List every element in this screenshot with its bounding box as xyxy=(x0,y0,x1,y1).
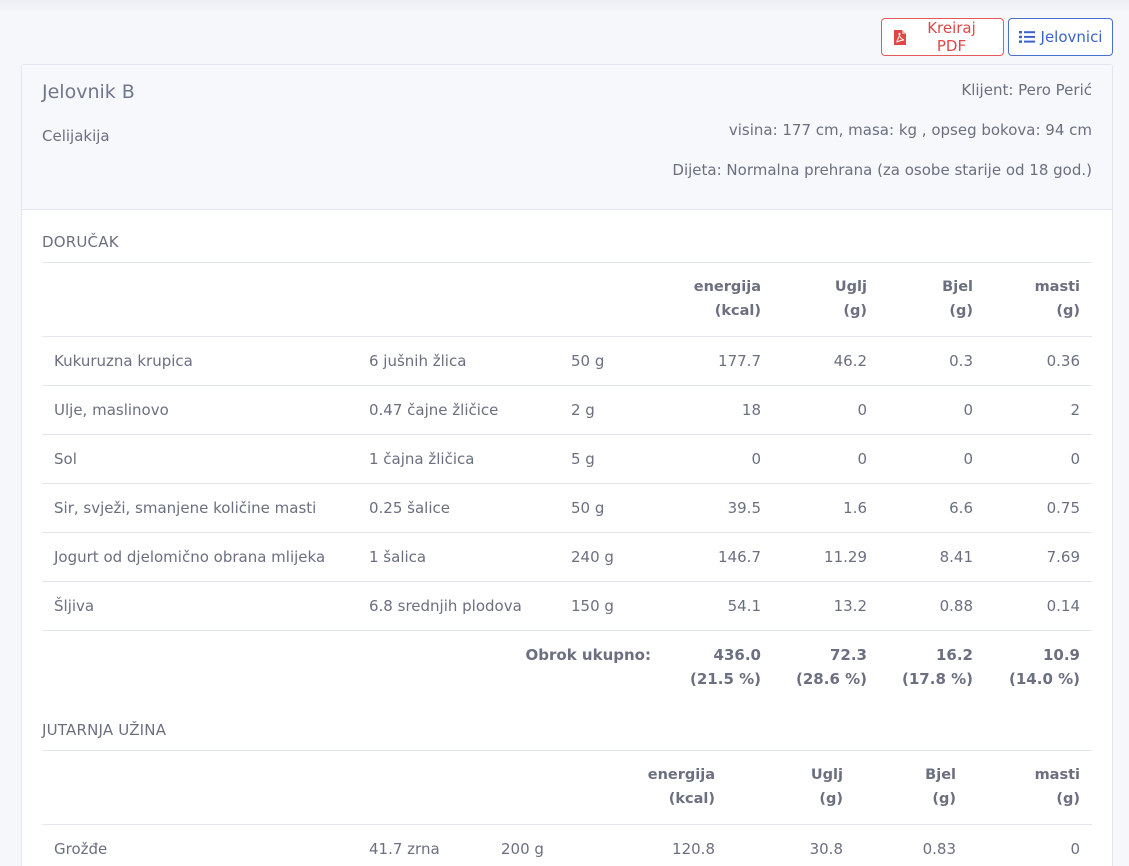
meal-table: energija (kcal) Uglj (g) Bjel (g) masti (g) … xyxy=(42,263,1092,700)
column-header-energy: energija (kcal) xyxy=(589,751,727,825)
food-fat: 0 xyxy=(968,824,1092,866)
food-carbs: 1.6 xyxy=(773,483,879,533)
food-portion: 41.7 zrna xyxy=(357,824,489,866)
meal-title: DORUČAK xyxy=(42,211,1092,263)
menu-title: Jelovnik B xyxy=(42,81,135,103)
client-measures: visina: 177 cm, masa: kg , opseg bokova:… xyxy=(728,121,1092,139)
food-protein: 0.3 xyxy=(879,336,985,386)
table-row: Grožđe 41.7 zrna 200 g 120.8 30.8 0.83 0 xyxy=(42,824,1092,866)
create-pdf-label: Kreiraj PDF xyxy=(927,19,976,55)
header-empty xyxy=(489,751,589,825)
meal-table: energija (kcal) Uglj (g) Bjel (g) masti (g) … xyxy=(42,751,1092,866)
client-name: Klijent: Pero Perić xyxy=(961,81,1092,99)
food-portion: 1 šalica xyxy=(357,532,559,582)
food-weight: 50 g xyxy=(559,483,659,533)
table-header-row: energija (kcal) Uglj (g) Bjel (g) masti (g) xyxy=(42,263,1092,337)
food-name: Grožđe xyxy=(42,824,357,866)
food-portion: 6 jušnih žlica xyxy=(357,336,559,386)
meal-total-row: Obrok ukupno: 436.0 (21.5 %) 72.3 (28.6 %)… xyxy=(42,630,1092,700)
food-energy: 39.5 xyxy=(659,483,773,533)
column-header-fat: masti (g) xyxy=(968,751,1092,825)
file-pdf-icon xyxy=(894,29,906,45)
food-weight: 240 g xyxy=(559,532,659,582)
food-carbs: 13.2 xyxy=(773,581,879,631)
food-protein: 0 xyxy=(879,434,985,484)
column-header-carbs: Uglj (g) xyxy=(727,751,855,825)
food-weight: 2 g xyxy=(559,385,659,435)
table-row: Sol 1 čajna žličica 5 g 0 0 0 0 xyxy=(42,434,1092,484)
food-weight: 150 g xyxy=(559,581,659,631)
header-empty xyxy=(42,263,357,337)
food-energy: 120.8 xyxy=(589,824,727,866)
food-portion: 0.25 šalice xyxy=(357,483,559,533)
food-energy: 177.7 xyxy=(659,336,773,386)
food-carbs: 0 xyxy=(773,434,879,484)
total-carbs: 72.3 (28.6 %) xyxy=(796,645,867,688)
meal-title: JUTARNJA UŽINA xyxy=(42,699,1092,751)
food-portion: 6.8 srednjih plodova xyxy=(357,581,559,631)
food-protein: 8.41 xyxy=(879,532,985,582)
food-carbs: 46.2 xyxy=(773,336,879,386)
food-weight: 200 g xyxy=(489,824,589,866)
table-row: Kukuruzna krupica 6 jušnih žlica 50 g 17… xyxy=(42,336,1092,386)
column-header-protein: Bjel (g) xyxy=(855,751,968,825)
column-header-fat: masti (g) xyxy=(985,263,1092,337)
table-header-row: energija (kcal) Uglj (g) Bjel (g) masti (g) xyxy=(42,751,1092,825)
food-portion: 0.47 čajne žličice xyxy=(357,385,559,435)
food-carbs: 0 xyxy=(773,385,879,435)
food-fat: 0.14 xyxy=(985,581,1092,631)
food-portion: 1 čajna žličica xyxy=(357,434,559,484)
food-energy: 18 xyxy=(659,385,773,435)
food-protein: 0.88 xyxy=(879,581,985,631)
header-empty xyxy=(357,263,559,337)
food-protein: 0.83 xyxy=(855,824,968,866)
menus-label: Jelovnici xyxy=(1040,28,1103,46)
meal-section-morning-snack: JUTARNJA UŽINA energija (kcal) Uglj (g) Bj… xyxy=(42,699,1092,866)
menu-card: Jelovnik B Celijakija Klijent: Pero Peri… xyxy=(21,64,1113,866)
header-empty xyxy=(559,263,659,337)
table-row: Ulje, maslinovo 0.47 čajne žličice 2 g 1… xyxy=(42,385,1092,435)
food-carbs: 11.29 xyxy=(773,532,879,582)
food-energy: 0 xyxy=(659,434,773,484)
food-protein: 6.6 xyxy=(879,483,985,533)
list-icon xyxy=(1018,30,1035,44)
food-name: Ulje, maslinovo xyxy=(42,385,357,435)
food-weight: 5 g xyxy=(559,434,659,484)
menus-button[interactable]: Jelovnici xyxy=(1008,18,1113,56)
menu-subtitle: Celijakija xyxy=(42,127,110,145)
food-name: Kukuruzna krupica xyxy=(42,336,357,386)
column-header-protein: Bjel (g) xyxy=(879,263,985,337)
menu-card-header: Jelovnik B Celijakija Klijent: Pero Peri… xyxy=(22,65,1112,210)
food-energy: 146.7 xyxy=(659,532,773,582)
create-pdf-button[interactable]: Kreiraj PDF xyxy=(881,18,1004,56)
toolbar: Kreiraj PDF Jelovnici xyxy=(881,18,1113,56)
table-row: Jogurt od djelomično obrana mlijeka 1 ša… xyxy=(42,532,1092,582)
food-fat: 0.36 xyxy=(985,336,1092,386)
meal-total-label: Obrok ukupno: xyxy=(525,645,651,664)
table-row: Šljiva 6.8 srednjih plodova 150 g 54.1 1… xyxy=(42,581,1092,631)
total-protein: 16.2 (17.8 %) xyxy=(902,645,973,688)
total-fat: 10.9 (14.0 %) xyxy=(1009,645,1080,688)
header-empty xyxy=(42,751,357,825)
top-shadow xyxy=(0,0,1129,14)
food-name: Sol xyxy=(42,434,357,484)
header-empty xyxy=(357,751,489,825)
food-carbs: 30.8 xyxy=(727,824,855,866)
diet-type: Dijeta: Normalna prehrana (za osobe star… xyxy=(672,161,1092,179)
food-energy: 54.1 xyxy=(659,581,773,631)
food-name: Sir, svježi, smanjene količine masti xyxy=(42,483,357,533)
food-name: Jogurt od djelomično obrana mlijeka xyxy=(42,532,357,582)
food-name: Šljiva xyxy=(42,581,357,631)
food-fat: 0 xyxy=(985,434,1092,484)
food-fat: 0.75 xyxy=(985,483,1092,533)
table-row: Sir, svježi, smanjene količine masti 0.2… xyxy=(42,483,1092,533)
total-energy: 436.0 (21.5 %) xyxy=(690,645,761,688)
meal-section-breakfast: DORUČAK energija (kcal) Uglj (g) Bjel (g) m… xyxy=(42,211,1092,700)
food-fat: 7.69 xyxy=(985,532,1092,582)
food-fat: 2 xyxy=(985,385,1092,435)
food-protein: 0 xyxy=(879,385,985,435)
column-header-energy: energija (kcal) xyxy=(659,263,773,337)
column-header-carbs: Uglj (g) xyxy=(773,263,879,337)
food-weight: 50 g xyxy=(559,336,659,386)
